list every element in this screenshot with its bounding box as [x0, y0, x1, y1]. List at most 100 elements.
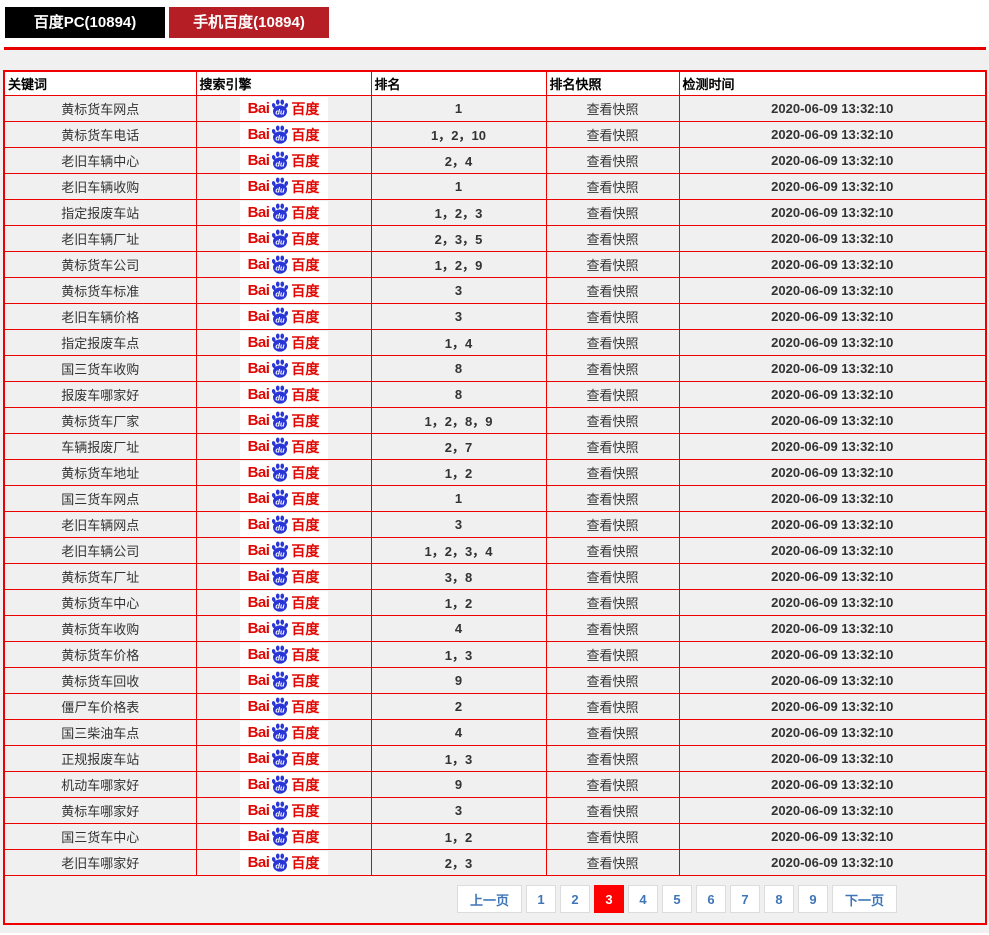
snapshot-cell: 查看快照 — [546, 746, 679, 772]
baidu-logo-cn-text: 百度 — [291, 437, 319, 457]
baidu-logo-cn-text: 百度 — [291, 775, 319, 795]
view-snapshot-link[interactable]: 查看快照 — [586, 310, 638, 325]
baidu-logo-bai-text: Bai — [248, 620, 270, 637]
detect-time-cell: 2020-06-09 13:32:10 — [679, 538, 986, 564]
view-snapshot-link[interactable]: 查看快照 — [586, 570, 638, 585]
svg-text:du: du — [276, 211, 286, 220]
view-snapshot-link[interactable]: 查看快照 — [586, 466, 638, 481]
view-snapshot-link[interactable]: 查看快照 — [586, 596, 638, 611]
baidu-paw-icon: du — [270, 280, 290, 300]
rank-cell: 1 — [371, 96, 546, 122]
engine-cell: Bai du 百度 — [196, 460, 371, 486]
snapshot-cell: 查看快照 — [546, 642, 679, 668]
view-snapshot-link[interactable]: 查看快照 — [586, 336, 638, 351]
page-button-1[interactable]: 1 — [526, 885, 556, 913]
view-snapshot-link[interactable]: 查看快照 — [586, 102, 638, 117]
detect-time-cell: 2020-06-09 13:32:10 — [679, 330, 986, 356]
page-button-9[interactable]: 9 — [798, 885, 828, 913]
baidu-logo-bai-text: Bai — [248, 282, 270, 299]
table-row: 老旧车辆公司 Bai du 百度 1，2，3，4 查看快照 2020-06-09… — [4, 538, 986, 564]
engine-cell: Bai du 百度 — [196, 824, 371, 850]
view-snapshot-link[interactable]: 查看快照 — [586, 414, 638, 429]
page-button-6[interactable]: 6 — [696, 885, 726, 913]
engine-cell: Bai du 百度 — [196, 200, 371, 226]
baidu-paw-icon: du — [270, 98, 290, 118]
baidu-logo-bai-text: Bai — [248, 100, 270, 117]
engine-cell: Bai du 百度 — [196, 746, 371, 772]
view-snapshot-link[interactable]: 查看快照 — [586, 492, 638, 507]
snapshot-cell: 查看快照 — [546, 382, 679, 408]
view-snapshot-link[interactable]: 查看快照 — [586, 856, 638, 871]
rank-cell: 3 — [371, 278, 546, 304]
keyword-cell: 黄标车哪家好 — [4, 798, 196, 824]
keyword-cell: 机动车哪家好 — [4, 772, 196, 798]
baidu-logo-bai-text: Bai — [248, 438, 270, 455]
svg-text:du: du — [276, 653, 286, 662]
tab-mobile-baidu[interactable]: 手机百度(10894) — [169, 7, 329, 38]
page-button-8[interactable]: 8 — [764, 885, 794, 913]
detect-time-cell: 2020-06-09 13:32:10 — [679, 148, 986, 174]
baidu-logo-bai-text: Bai — [248, 698, 270, 715]
view-snapshot-link[interactable]: 查看快照 — [586, 128, 638, 143]
view-snapshot-link[interactable]: 查看快照 — [586, 440, 638, 455]
prev-page-button[interactable]: 上一页 — [457, 885, 522, 913]
snapshot-cell: 查看快照 — [546, 850, 679, 876]
engine-cell: Bai du 百度 — [196, 382, 371, 408]
view-snapshot-link[interactable]: 查看快照 — [586, 830, 638, 845]
view-snapshot-link[interactable]: 查看快照 — [586, 362, 638, 377]
baidu-logo-bai-text: Bai — [248, 594, 270, 611]
view-snapshot-link[interactable]: 查看快照 — [586, 726, 638, 741]
view-snapshot-link[interactable]: 查看快照 — [586, 258, 638, 273]
keyword-cell: 国三货车网点 — [4, 486, 196, 512]
svg-text:du: du — [276, 263, 286, 272]
baidu-paw-icon: du — [270, 436, 290, 456]
page-button-5[interactable]: 5 — [662, 885, 692, 913]
keyword-cell: 黄标货车回收 — [4, 668, 196, 694]
engine-cell: Bai du 百度 — [196, 122, 371, 148]
detect-time-cell: 2020-06-09 13:32:10 — [679, 174, 986, 200]
view-snapshot-link[interactable]: 查看快照 — [586, 700, 638, 715]
baidu-paw-icon: du — [270, 852, 290, 872]
page-button-4[interactable]: 4 — [628, 885, 658, 913]
detect-time-cell: 2020-06-09 13:32:10 — [679, 382, 986, 408]
baidu-logo-cn-text: 百度 — [291, 749, 319, 769]
snapshot-cell: 查看快照 — [546, 356, 679, 382]
view-snapshot-link[interactable]: 查看快照 — [586, 206, 638, 221]
page: 百度PC(10894) 手机百度(10894) 关键词 搜索引擎 排名 排名快照… — [0, 0, 989, 933]
view-snapshot-link[interactable]: 查看快照 — [586, 180, 638, 195]
view-snapshot-link[interactable]: 查看快照 — [586, 648, 638, 663]
view-snapshot-link[interactable]: 查看快照 — [586, 388, 638, 403]
rank-cell: 3 — [371, 304, 546, 330]
baidu-logo: Bai du 百度 — [240, 175, 328, 199]
snapshot-cell: 查看快照 — [546, 122, 679, 148]
view-snapshot-link[interactable]: 查看快照 — [586, 154, 638, 169]
view-snapshot-link[interactable]: 查看快照 — [586, 804, 638, 819]
baidu-logo: Bai du 百度 — [240, 253, 328, 277]
baidu-paw-icon: du — [270, 332, 290, 352]
view-snapshot-link[interactable]: 查看快照 — [586, 752, 638, 767]
view-snapshot-link[interactable]: 查看快照 — [586, 518, 638, 533]
tab-baidu-pc[interactable]: 百度PC(10894) — [5, 7, 165, 38]
view-snapshot-link[interactable]: 查看快照 — [586, 622, 638, 637]
baidu-paw-icon: du — [270, 670, 290, 690]
page-button-7[interactable]: 7 — [730, 885, 760, 913]
baidu-paw-icon: du — [270, 202, 290, 222]
rank-cell: 1，2，3，4 — [371, 538, 546, 564]
snapshot-cell: 查看快照 — [546, 486, 679, 512]
page-button-2[interactable]: 2 — [560, 885, 590, 913]
table-header-row: 关键词 搜索引擎 排名 排名快照 检测时间 — [4, 71, 986, 96]
view-snapshot-link[interactable]: 查看快照 — [586, 232, 638, 247]
engine-cell: Bai du 百度 — [196, 148, 371, 174]
next-page-button[interactable]: 下一页 — [832, 885, 897, 913]
page-button-3[interactable]: 3 — [594, 885, 624, 913]
engine-cell: Bai du 百度 — [196, 304, 371, 330]
view-snapshot-link[interactable]: 查看快照 — [586, 284, 638, 299]
view-snapshot-link[interactable]: 查看快照 — [586, 544, 638, 559]
snapshot-cell: 查看快照 — [546, 772, 679, 798]
keyword-cell: 黄标货车网点 — [4, 96, 196, 122]
engine-cell: Bai du 百度 — [196, 96, 371, 122]
rank-cell: 1，2，9 — [371, 252, 546, 278]
view-snapshot-link[interactable]: 查看快照 — [586, 674, 638, 689]
keyword-cell: 黄标货车标准 — [4, 278, 196, 304]
view-snapshot-link[interactable]: 查看快照 — [586, 778, 638, 793]
